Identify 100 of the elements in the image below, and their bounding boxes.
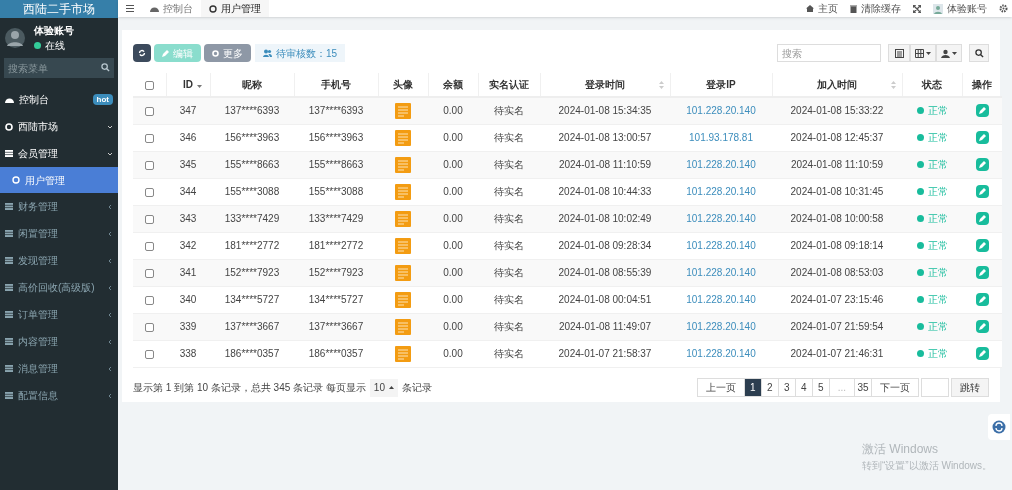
pencil-icon <box>162 49 169 57</box>
column-header[interactable]: 头像 <box>393 79 413 90</box>
edit-button[interactable] <box>975 266 989 279</box>
sidebar-item[interactable]: 财务管理 <box>0 193 118 220</box>
column-header[interactable]: 昵称 <box>242 79 262 90</box>
table-cell: 134****5727 <box>224 294 280 305</box>
checkbox[interactable] <box>145 133 154 143</box>
refresh-icon <box>138 49 146 57</box>
checkbox[interactable] <box>145 160 154 170</box>
sidebar-item[interactable]: 发现管理 <box>0 247 118 274</box>
nav-link[interactable]: 体验账号 <box>933 1 987 16</box>
edit-button[interactable] <box>975 158 989 171</box>
status-label: 正常 <box>916 346 948 361</box>
ip-link[interactable]: 101.93.178.81 <box>689 132 753 143</box>
sidebar-item[interactable]: 高价回收(高级版) <box>0 274 118 301</box>
menu-search-field[interactable]: 搜索菜单 <box>4 58 114 78</box>
column-header[interactable]: 加入时间 <box>817 79 857 90</box>
table-cell: 134****5727 <box>308 294 364 305</box>
list-icon <box>894 48 904 58</box>
ip-link[interactable]: 101.228.20.140 <box>686 159 756 170</box>
pending-count-badge[interactable]: 待审核数：15 <box>255 44 346 62</box>
edit-button[interactable] <box>975 320 989 333</box>
sidebar-item[interactable]: 消息管理 <box>0 355 118 382</box>
ip-link[interactable]: 101.228.20.140 <box>686 267 756 278</box>
list-icon <box>5 338 13 345</box>
page-jump-field[interactable] <box>921 378 949 397</box>
column-header[interactable]: 操作 <box>972 79 993 90</box>
table-cell: 155****3088 <box>308 186 364 197</box>
checkbox[interactable] <box>145 268 154 278</box>
sidebar-item[interactable]: 闲置管理 <box>0 220 118 247</box>
table-cell: 2024-01-08 10:00:58 <box>790 213 884 224</box>
edit-button[interactable] <box>975 185 989 198</box>
table-cell: 0.00 <box>443 267 463 278</box>
avatar-image-icon <box>395 183 411 200</box>
export-button[interactable] <box>936 44 962 62</box>
nav-link[interactable]: 主页 <box>806 1 838 16</box>
column-header[interactable]: 余额 <box>443 79 463 90</box>
edit-button[interactable] <box>975 131 989 144</box>
ip-link[interactable]: 101.228.20.140 <box>686 105 756 117</box>
checkbox[interactable] <box>145 295 154 305</box>
checkbox[interactable] <box>144 80 154 90</box>
refresh-button[interactable] <box>133 44 151 62</box>
page-button[interactable]: 35 <box>854 378 872 397</box>
activation-title: 激活 Windows <box>862 441 939 458</box>
circle-icon <box>5 122 13 131</box>
checkbox[interactable] <box>145 187 154 197</box>
ip-link[interactable]: 101.228.20.140 <box>686 321 756 332</box>
search-button[interactable] <box>969 44 989 62</box>
list-icon <box>5 203 13 210</box>
checkbox[interactable] <box>145 322 154 332</box>
toggle-view-button[interactable] <box>888 44 910 62</box>
page-tab[interactable]: 控制台 <box>142 0 201 17</box>
sidebar-item[interactable]: 会员管理 <box>0 140 118 167</box>
caret-icon <box>926 51 931 55</box>
sidebar-item[interactable]: 内容管理 <box>0 328 118 355</box>
menu-icon[interactable] <box>126 5 134 12</box>
page-tab[interactable]: 用户管理 <box>201 0 269 17</box>
column-header[interactable]: 手机号 <box>321 79 351 90</box>
jump-button[interactable]: 跳转 <box>951 378 989 397</box>
sidebar-item[interactable]: 西陆市场 <box>0 113 118 140</box>
checkbox[interactable] <box>145 214 154 224</box>
table-cell: 2024-01-08 08:55:39 <box>558 267 652 278</box>
ip-link[interactable]: 101.228.20.140 <box>686 186 756 197</box>
edit-button[interactable] <box>975 347 989 360</box>
checkbox[interactable] <box>145 107 154 117</box>
avatar-image-icon <box>395 210 411 227</box>
nav-link[interactable]: 清除缓存 <box>850 1 901 16</box>
floating-help-button[interactable] <box>988 414 1010 440</box>
sidebar-item[interactable]: 订单管理 <box>0 301 118 328</box>
edit-button[interactable] <box>975 239 989 252</box>
page-button[interactable]: 上一页 <box>696 378 745 397</box>
sidebar-item[interactable]: 配置信息 <box>0 382 118 409</box>
checkbox[interactable] <box>145 349 154 359</box>
page-size-dropdown[interactable]: 10 <box>369 378 398 397</box>
ip-link[interactable]: 101.228.20.140 <box>686 294 756 305</box>
ip-link[interactable]: 101.228.20.140 <box>686 240 756 251</box>
table-cell: 2024-01-08 15:33:22 <box>790 105 884 117</box>
table-cell: 2024-01-08 10:31:45 <box>790 186 884 197</box>
status-label: 正常 <box>916 184 948 199</box>
column-header[interactable]: 状态 <box>922 79 942 90</box>
edit-button[interactable] <box>975 212 989 225</box>
edit-button[interactable] <box>975 293 989 306</box>
fullscreen-button[interactable] <box>913 4 921 13</box>
column-header[interactable]: 实名认证 <box>489 79 529 90</box>
ip-link[interactable]: 101.228.20.140 <box>686 348 756 359</box>
column-header[interactable]: 登录时间 <box>585 79 625 90</box>
sidebar-subitem[interactable]: 用户管理 <box>0 167 118 193</box>
checkbox[interactable] <box>145 241 154 251</box>
avatar-icon <box>4 27 26 49</box>
list-icon <box>5 257 13 264</box>
settings-button[interactable] <box>999 4 1008 13</box>
ip-link[interactable]: 101.228.20.140 <box>686 213 756 224</box>
columns-button[interactable] <box>910 44 936 62</box>
page-button[interactable]: 下一页 <box>871 378 919 397</box>
column-header[interactable]: 登录IP <box>706 79 736 90</box>
column-header[interactable]: ID <box>183 79 193 90</box>
sidebar-item[interactable]: 控制台 hot <box>0 86 118 113</box>
edit-button[interactable] <box>975 104 989 118</box>
table-cell: 待实名 <box>494 105 524 117</box>
table-search-field[interactable]: 搜索 <box>777 44 881 62</box>
